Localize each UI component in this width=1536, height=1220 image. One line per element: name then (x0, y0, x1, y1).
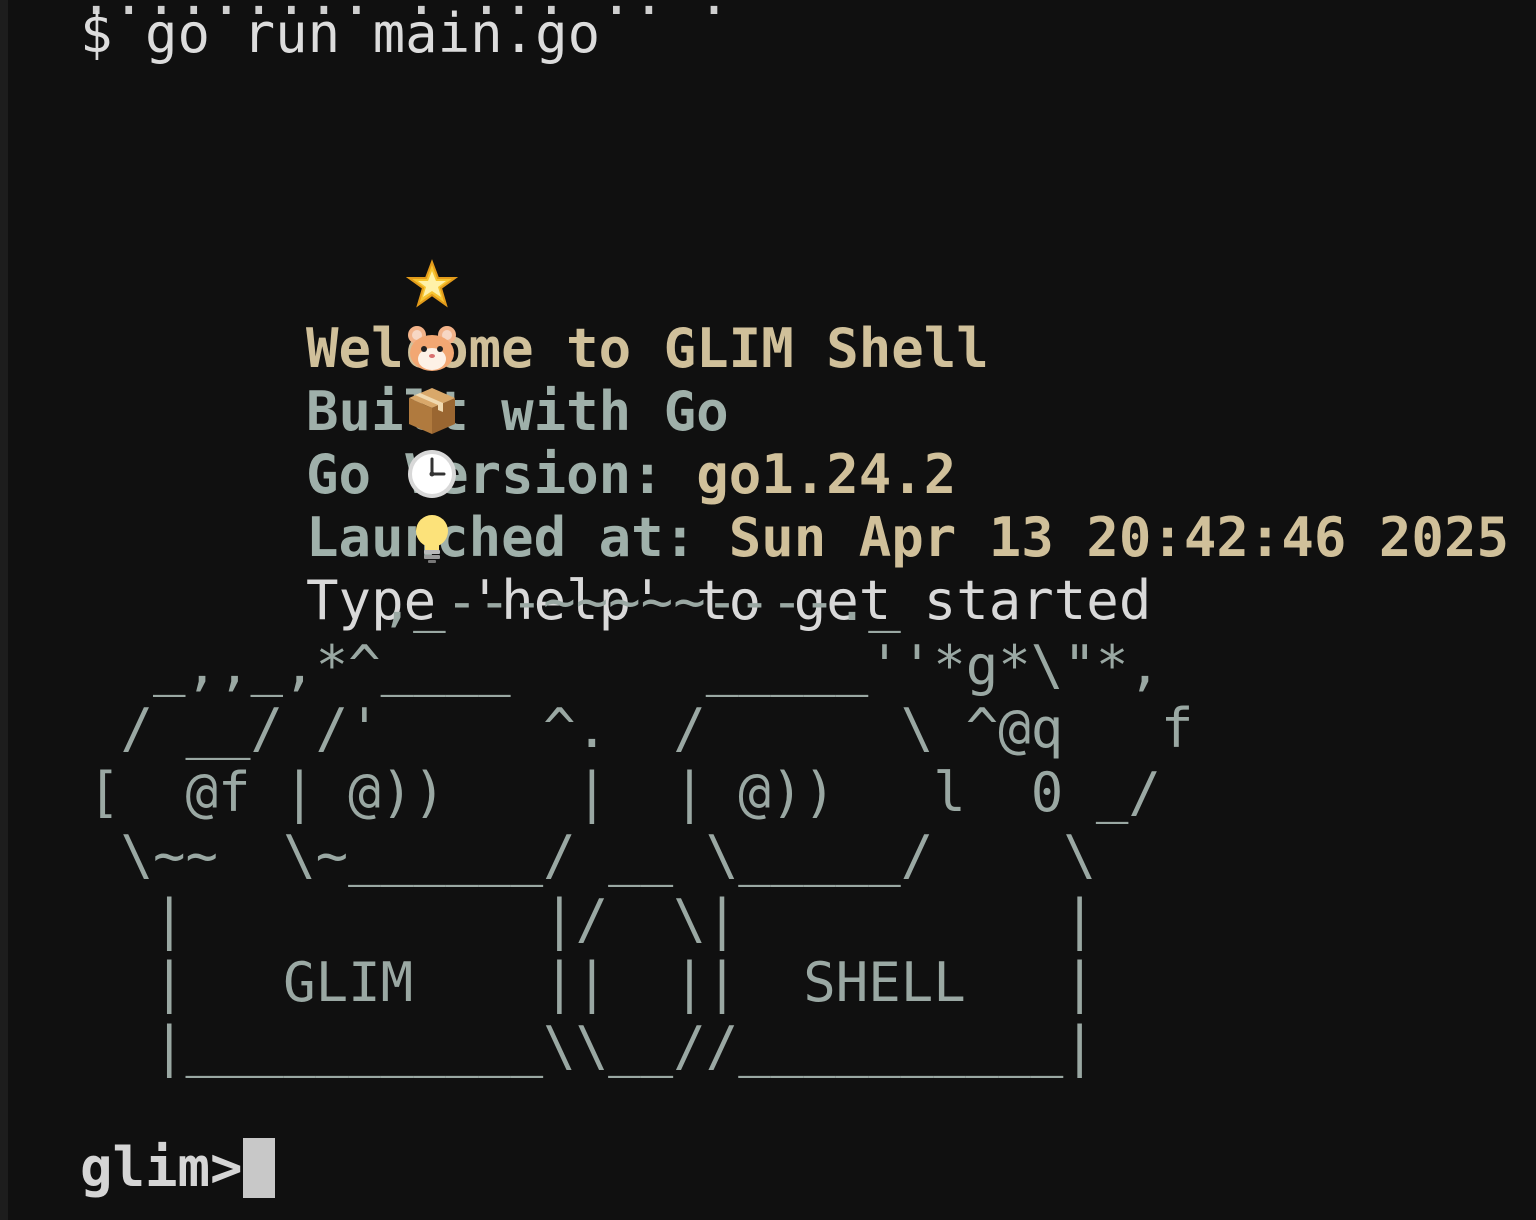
glim-shell-ascii-logo: ,_---~~~~~----._ _,,_,*^____ _____''*g*\… (88, 570, 1194, 1078)
input-prompt[interactable]: glim> (80, 1136, 275, 1199)
cursor-block (242, 1138, 275, 1198)
terminal-window[interactable]: ......... . ... .. . $ go run main.go We… (0, 0, 1536, 1220)
prompt-text: glim> (80, 1136, 243, 1199)
command-line: $ go run main.go (80, 2, 600, 65)
command-text: go run main.go (145, 2, 601, 65)
shell-prompt-symbol: $ (80, 2, 113, 65)
